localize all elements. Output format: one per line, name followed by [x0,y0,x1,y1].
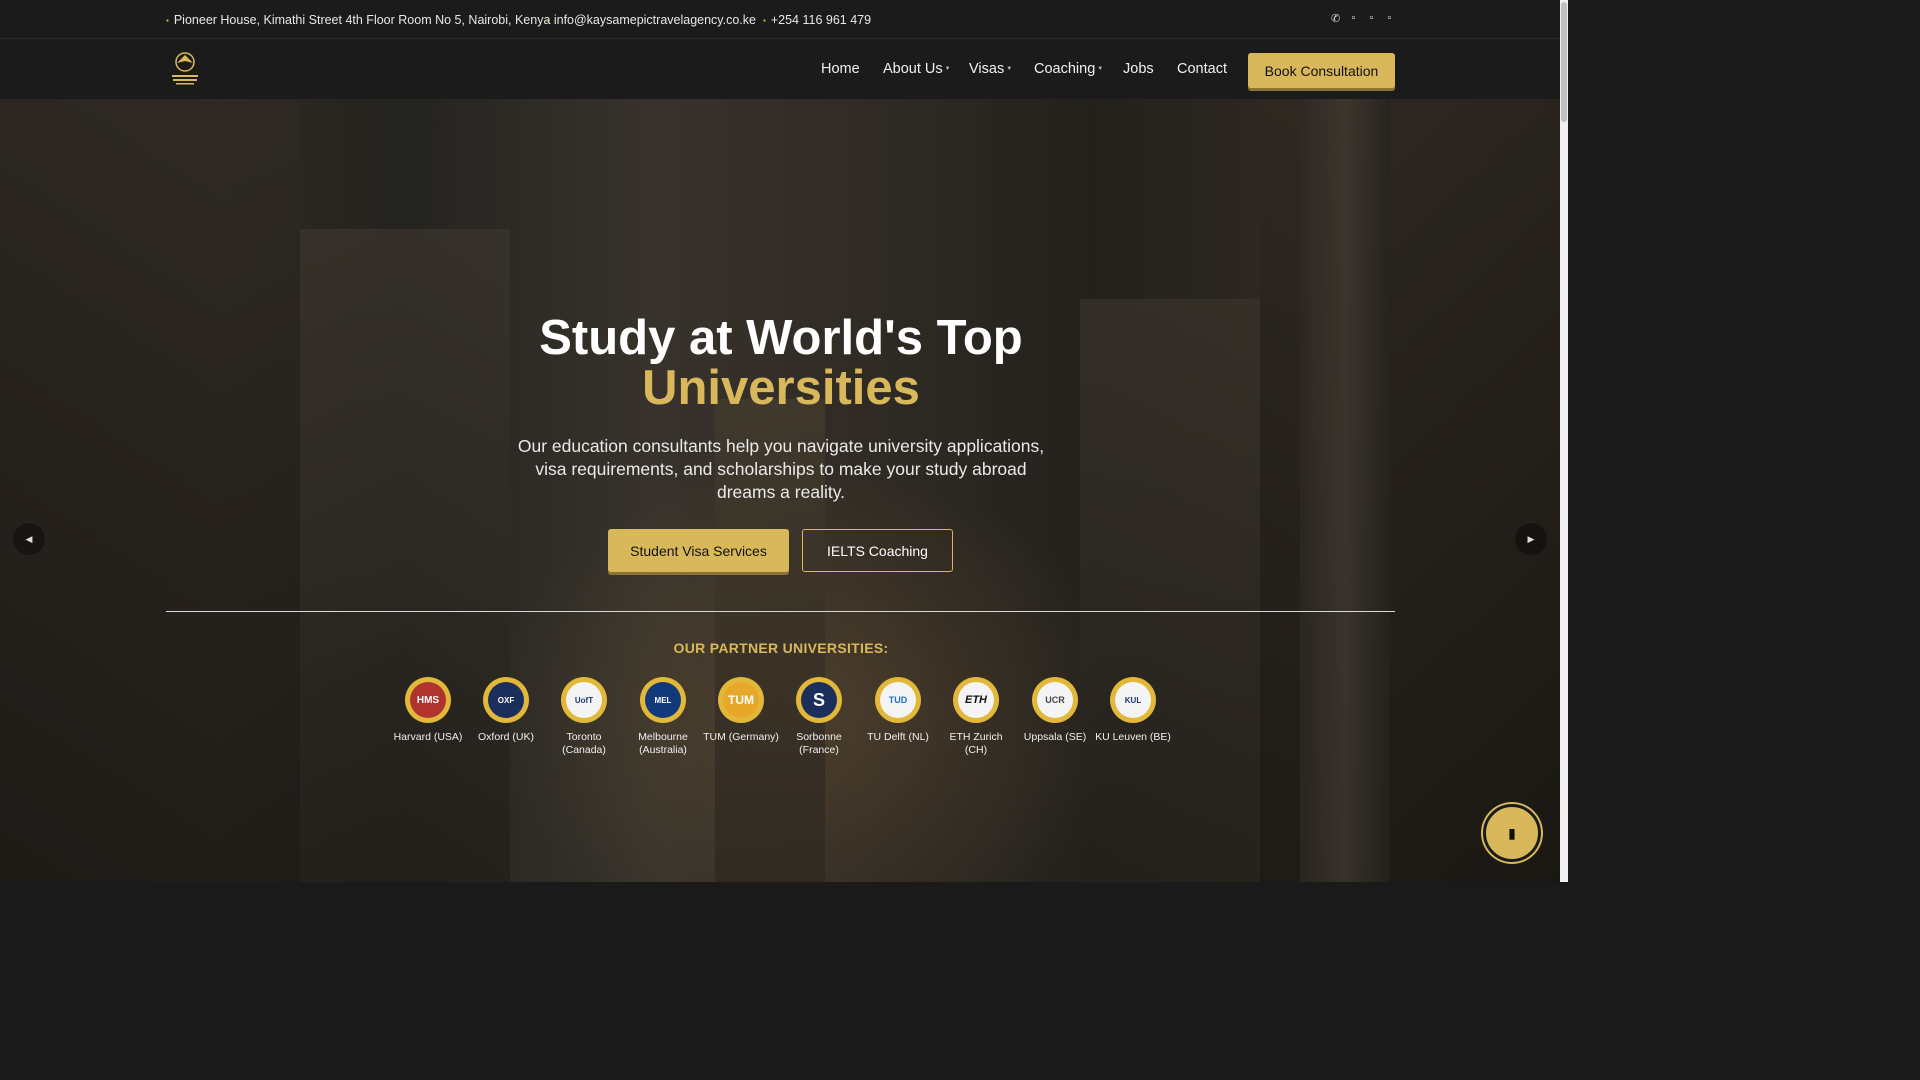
address-text: Pioneer House, Kimathi Street 4th Floor … [173,13,551,27]
university-name: Toronto (Canada) [562,731,606,756]
leuven-logo-text: KUL [1115,682,1151,718]
facebook-icon[interactable]: ▫ [1349,12,1358,25]
ielts-coaching-button[interactable]: IELTS Coaching [802,529,953,572]
hero-section: Study at World's Top Universities Our ed… [0,99,1560,882]
book-consultation-button[interactable]: Book Consultation [1248,53,1395,88]
phone-item[interactable]: ▪ +254 116 961 479 [763,13,871,27]
tum-logo-text: TUM [723,682,759,718]
slider-prev-arrow-icon[interactable]: ◀ [13,523,45,555]
chevron-down-icon: ▼ [944,66,951,73]
hero-title: Study at World's Top Universities [0,313,1560,413]
hero-title-line2: Universities [642,361,920,415]
section-divider [166,611,1395,612]
partner-university-harvard[interactable]: HMS Harvard (USA) [389,677,467,744]
scrollbar-thumb[interactable] [1561,2,1567,122]
university-logo: TUM [718,677,764,723]
university-name: Sorbonne (France) [796,731,842,756]
sorbonne-logo-text: S [801,682,837,718]
location-icon: ▪ [166,15,169,25]
partner-university-tu-delft[interactable]: TUD TU Delft (NL) [859,677,937,744]
oxford-logo-text: OXF [488,682,524,718]
nav-home[interactable]: Home [821,61,860,77]
partner-university-oxford[interactable]: OXF Oxford (UK) [467,677,545,744]
university-logo: UCR [1032,677,1078,723]
partner-university-eth-zurich[interactable]: ETH ETH Zurich (CH) [937,677,1015,757]
toronto-logo-text: UofT [566,682,602,718]
phone-icon: ▪ [763,15,766,25]
social-links: ✆ ▫ ▫ ▫ [1331,12,1394,25]
tiktok-icon[interactable]: ▫ [1385,12,1394,25]
university-name: KU Leuven (BE) [1095,731,1171,743]
university-logo: KUL [1110,677,1156,723]
partner-university-melbourne[interactable]: MEL Melbourne (Australia) [624,677,702,757]
university-name: Uppsala (SE) [1023,731,1087,743]
university-logo: OXF [483,677,529,723]
chevron-down-icon: ▼ [1006,66,1013,73]
university-name: TU Delft (NL) [867,731,929,743]
university-logo: S [796,677,842,723]
phone-link[interactable]: +254 116 961 479 [771,13,871,27]
main-navbar: Home About Us ▼ Visas ▼ Coaching ▼ Jobs Con… [0,39,1560,99]
partner-university-tum[interactable]: TUM TUM (Germany) [702,677,780,744]
university-name: Oxford (UK) [477,731,534,743]
chat-icon: ▮ [1508,824,1516,841]
university-logo: TUD [875,677,921,723]
partner-university-ku-leuven[interactable]: KUL KU Leuven (BE) [1094,677,1172,744]
melbourne-logo-text: MEL [645,682,681,718]
nav-visas-label: Visas [969,61,1005,77]
nav-coaching-label: Coaching [1034,61,1096,77]
nav-about-us-label: About Us [883,61,943,77]
hero-title-line1: Study at World's Top [539,311,1023,365]
chevron-down-icon: ▼ [1097,66,1104,73]
nav-about-us[interactable]: About Us ▼ [883,61,951,77]
university-name: Harvard (USA) [393,731,463,743]
chat-widget-button[interactable]: ▮ [1483,804,1541,862]
partner-university-sorbonne[interactable]: S Sorbonne (France) [780,677,858,757]
agency-logo[interactable] [165,49,205,89]
hero-subtitle: Our education consultants help you navig… [517,436,1045,502]
instagram-icon[interactable]: ▫ [1367,12,1376,25]
top-contact-bar: ▪ Pioneer House, Kimathi Street 4th Floo… [0,0,1560,39]
address-item: ▪ Pioneer House, Kimathi Street 4th Floo… [166,13,550,27]
university-logo: UofT [561,677,607,723]
university-logo: HMS [405,677,451,723]
university-logo: MEL [640,677,686,723]
partners-title: OUR PARTNER UNIVERSITIES: [673,640,889,656]
mail-icon: ▪ [546,15,549,25]
nav-jobs[interactable]: Jobs [1123,61,1154,77]
nav-visas[interactable]: Visas ▼ [969,61,1012,77]
whatsapp-icon[interactable]: ✆ [1331,12,1340,25]
eth-logo-text: ETH [958,682,994,718]
harvard-logo-text: HMS [410,682,446,718]
university-name: ETH Zurich (CH) [949,731,1003,756]
email-link[interactable]: info@kaysamepictravelagency.co.ke [554,13,756,27]
page-scrollbar[interactable] [1560,0,1568,882]
nav-coaching[interactable]: Coaching ▼ [1034,61,1103,77]
university-name: Melbourne (Australia) [638,731,688,756]
email-item[interactable]: ▪ info@kaysamepictravelagency.co.ke [546,13,756,27]
university-name: TUM (Germany) [703,731,779,743]
tudelft-logo-text: TUD [880,682,916,718]
partner-university-uppsala[interactable]: UCR Uppsala (SE) [1016,677,1094,744]
slider-next-arrow-icon[interactable]: ▶ [1515,523,1547,555]
nav-contact[interactable]: Contact [1177,61,1227,77]
university-logo: ETH [953,677,999,723]
uppsala-logo-text: UCR [1037,682,1073,718]
student-visa-services-button[interactable]: Student Visa Services [608,529,789,572]
partner-university-toronto[interactable]: UofT Toronto (Canada) [545,677,623,757]
